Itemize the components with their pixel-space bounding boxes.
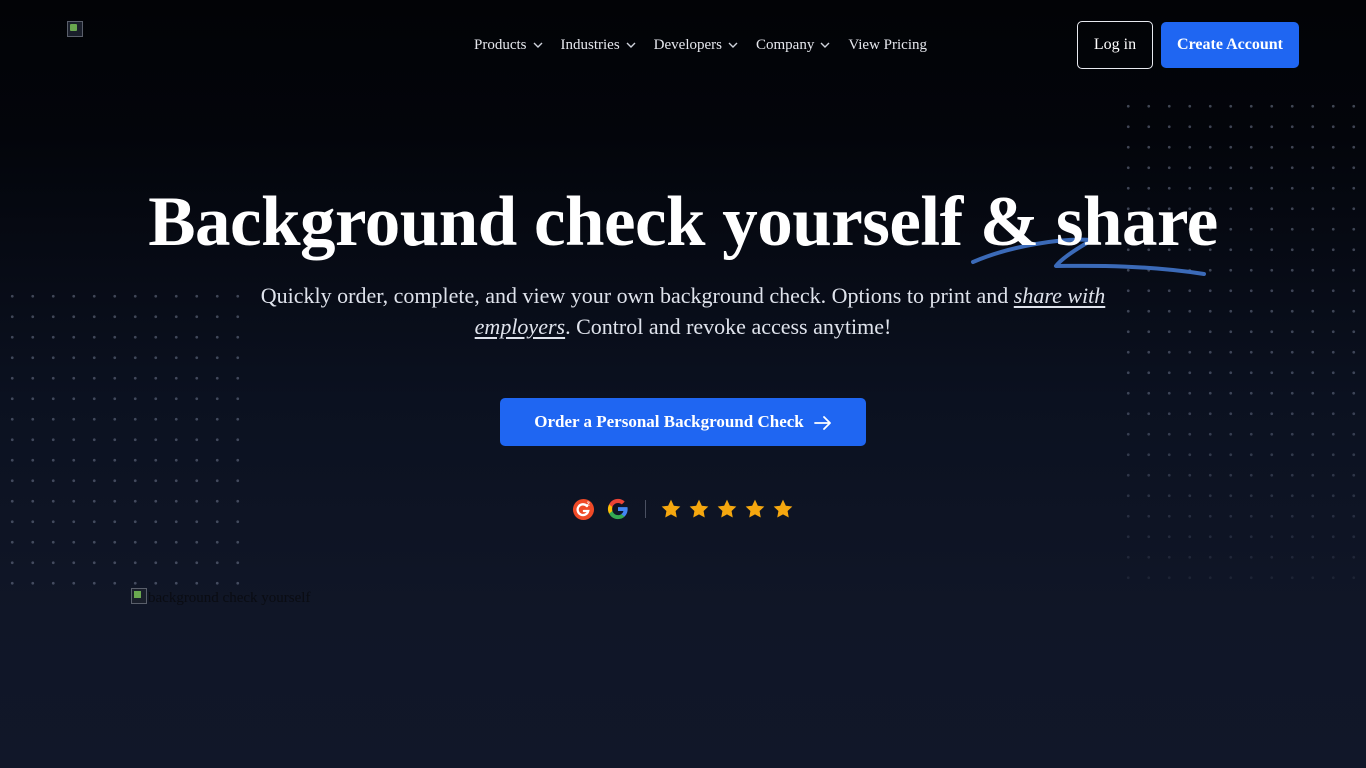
svg-text:2: 2: [587, 501, 590, 507]
nav-item-industries[interactable]: Industries: [561, 34, 636, 56]
hero-subtitle-text-end: . Control and revoke access anytime!: [565, 314, 892, 339]
arrow-right-icon: [813, 415, 832, 430]
site-header: Products Industries Developers Company V…: [0, 0, 1366, 90]
broken-image-icon: [131, 588, 147, 604]
dot-pattern-left: [0, 284, 248, 590]
g2-logo-icon[interactable]: 2: [572, 498, 595, 521]
login-button[interactable]: Log in: [1077, 21, 1153, 69]
dot-pattern-right: [1118, 96, 1366, 580]
create-account-button[interactable]: Create Account: [1161, 22, 1299, 68]
nav-item-label: View Pricing: [848, 36, 927, 53]
star-icon: [716, 498, 738, 520]
ratings-row: 2: [572, 496, 794, 522]
hero-subtitle-text: Quickly order, complete, and view your o…: [260, 283, 1014, 308]
nav-item-company[interactable]: Company: [756, 34, 830, 56]
nav-item-label: Company: [755, 36, 815, 53]
star-rating: [660, 498, 794, 520]
hero-title: Background check yourself & share: [148, 183, 1218, 261]
order-background-check-button[interactable]: Order a Personal Background Check: [500, 398, 866, 446]
nav-item-view-pricing[interactable]: View Pricing: [848, 34, 927, 56]
rating-divider: [645, 500, 646, 518]
chevron-down-icon: [626, 40, 636, 50]
order-button-label: Order a Personal Background Check: [534, 412, 804, 431]
star-icon: [744, 498, 766, 520]
google-logo-icon[interactable]: [607, 498, 629, 520]
nav-item-label: Industries: [560, 36, 620, 53]
star-icon: [688, 498, 710, 520]
nav-item-developers[interactable]: Developers: [654, 34, 738, 56]
hero-subtitle: Quickly order, complete, and view your o…: [233, 280, 1133, 342]
site-logo[interactable]: [67, 21, 83, 37]
chevron-down-icon: [820, 40, 830, 50]
hero-image-alt-text: background check yourself: [148, 590, 311, 606]
chevron-down-icon: [728, 40, 738, 50]
hero-image: background check yourself: [131, 588, 310, 606]
main-nav: Products Industries Developers Company V…: [474, 34, 927, 56]
star-icon: [660, 498, 682, 520]
star-icon: [772, 498, 794, 520]
nav-item-label: Developers: [653, 36, 722, 53]
chevron-down-icon: [533, 40, 543, 50]
nav-item-products[interactable]: Products: [474, 34, 543, 56]
nav-item-label: Products: [474, 36, 527, 53]
